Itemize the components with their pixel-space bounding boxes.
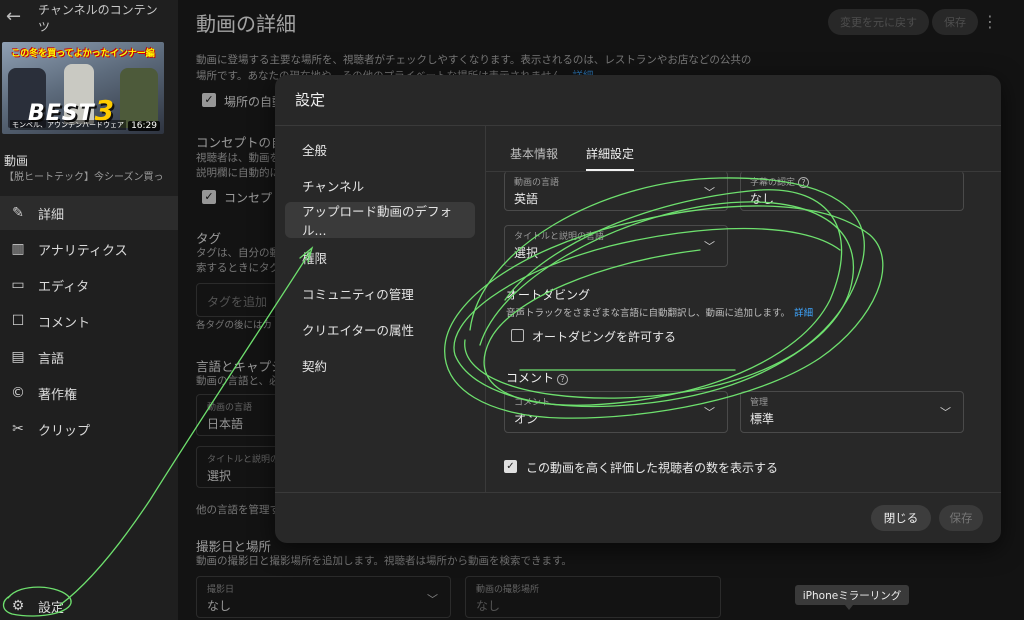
nav-label: コメント: [38, 315, 91, 331]
nav-item-analytics[interactable]: ▥ アナリティクス: [0, 232, 178, 266]
video-title: 【脱ヒートテック】今シーズン買っ…: [4, 172, 164, 183]
auto-dubbing-desc: 音声トラックをさまざまな言語に自動翻訳し、動画に追加します。 詳細: [506, 305, 813, 319]
auto-dubbing-checkbox[interactable]: [511, 329, 524, 342]
nav-label: クリップ: [38, 423, 91, 439]
settings-dialog: 設定 全般 チャンネル アップロード動画のデフォル... 権限 コミュニティの管…: [275, 75, 1001, 543]
copyright-icon: ©: [11, 385, 25, 401]
chevron-down-icon: ﹀: [704, 240, 715, 253]
field-value: 選択: [514, 246, 539, 260]
auto-dubbing-desc-text: 音声トラックをさまざまな言語に自動翻訳し、動画に追加します。: [506, 308, 791, 319]
dialog-title: 設定: [295, 91, 326, 109]
divider: [275, 492, 1001, 493]
close-button[interactable]: 閉じる: [871, 505, 931, 531]
title-description-language-select[interactable]: タイトルと説明の言語 選択 ﹀: [504, 225, 728, 267]
settings-menu-permissions[interactable]: 権限: [285, 239, 475, 275]
chevron-down-icon: ﹀: [704, 406, 715, 419]
gear-icon: ⚙: [11, 598, 25, 614]
nav-label: エディタ: [38, 279, 90, 295]
settings-menu-general[interactable]: 全般: [285, 131, 475, 167]
chevron-down-icon: ﹀: [704, 186, 715, 199]
settings-menu-creator-attribution[interactable]: クリエイターの属性: [285, 311, 475, 347]
auto-dubbing-check-label: オートダビングを許可する: [532, 330, 677, 344]
settings-menu-community[interactable]: コミュニティの管理: [285, 275, 475, 311]
nav-item-copyright[interactable]: © 著作権: [0, 376, 178, 410]
back-arrow-icon[interactable]: ←: [6, 6, 21, 27]
left-sidebar: ← チャンネルのコンテンツ この冬を買ってよかったインナー編 BEST3 モンベ…: [0, 0, 178, 620]
nav-item-comments[interactable]: ☐ コメント: [0, 304, 178, 338]
subtitles-icon: ▤: [11, 349, 25, 365]
comments-heading: コメント?: [506, 369, 569, 386]
comments-select[interactable]: コメント オン ﹀: [504, 391, 728, 433]
field-label: タイトルと説明の言語: [514, 232, 605, 242]
field-label: 動画の言語: [514, 178, 560, 188]
channel-content-title[interactable]: チャンネルのコンテンツ: [38, 2, 166, 36]
scissors-icon: ✂: [12, 421, 24, 437]
thumbnail-subtext: モンベル、アウンテンハードウェア: [10, 120, 126, 130]
nav-item-editor[interactable]: ▭ エディタ: [0, 268, 178, 302]
comment-icon: ☐: [11, 313, 25, 329]
help-icon[interactable]: ?: [557, 374, 569, 385]
field-value: 英語: [514, 192, 539, 206]
nav-item-settings[interactable]: ⚙ 設定: [0, 592, 178, 620]
chevron-down-icon: ﹀: [940, 406, 951, 419]
divider: [485, 126, 486, 492]
video-thumbnail[interactable]: この冬を買ってよかったインナー編 BEST3 モンベル、アウンテンハードウェア …: [2, 42, 164, 134]
nav-item-languages[interactable]: ▤ 言語: [0, 340, 178, 374]
show-likes-checkbox[interactable]: ✓: [504, 460, 517, 473]
tab-advanced-settings[interactable]: 詳細設定: [586, 145, 635, 171]
analytics-icon: ▥: [11, 241, 25, 257]
caption-label-text: 字幕の認定: [750, 178, 796, 188]
nav-label: 言語: [38, 351, 65, 367]
field-label: 管理: [750, 398, 769, 408]
tooltip-tail: [845, 605, 853, 610]
editor-icon: ▭: [11, 277, 25, 293]
jacket-image: [120, 68, 158, 128]
nav-item-details[interactable]: ✎ 詳細: [0, 196, 178, 230]
field-value: なし: [750, 192, 775, 206]
back-row[interactable]: ← チャンネルのコンテンツ: [0, 0, 178, 40]
field-value: オン: [514, 412, 539, 426]
field-label: 字幕の認定?: [750, 175, 810, 188]
tab-basic-info[interactable]: 基本情報: [510, 145, 558, 171]
comment-moderation-select[interactable]: 管理 標準 ﹀: [740, 391, 964, 433]
thumbnail-banner-text: この冬を買ってよかったインナー編: [11, 49, 155, 59]
comments-heading-text: コメント: [506, 371, 555, 385]
nav-item-clips[interactable]: ✂ クリップ: [0, 412, 178, 446]
nav-label: 詳細: [38, 207, 65, 223]
auto-dubbing-heading: オートダビング: [506, 288, 591, 302]
settings-menu-upload-defaults[interactable]: アップロード動画のデフォル...: [285, 202, 475, 238]
auto-dubbing-learn-more-link[interactable]: 詳細: [794, 308, 813, 319]
nav-label: 設定: [38, 600, 65, 616]
help-icon[interactable]: ?: [798, 177, 810, 188]
nav-label: 著作権: [38, 387, 78, 403]
pencil-icon: ✎: [12, 205, 24, 221]
caption-certification-select[interactable]: 字幕の認定? なし: [740, 171, 964, 211]
video-label: 動画: [4, 154, 29, 168]
nav-label: アナリティクス: [38, 243, 128, 259]
dialog-save-button[interactable]: 保存: [939, 505, 983, 531]
divider: [275, 125, 1001, 126]
show-likes-label: この動画を高く評価した視聴者の数を表示する: [526, 461, 779, 475]
field-label: コメント: [514, 398, 551, 408]
field-value: 標準: [750, 412, 775, 426]
settings-menu-agreements[interactable]: 契約: [285, 347, 475, 383]
settings-menu-channel[interactable]: チャンネル: [285, 167, 475, 203]
video-language-select[interactable]: 動画の言語 英語 ﹀: [504, 171, 728, 211]
video-duration: 16:29: [128, 121, 160, 131]
tooltip: iPhoneミラーリング: [795, 585, 909, 605]
